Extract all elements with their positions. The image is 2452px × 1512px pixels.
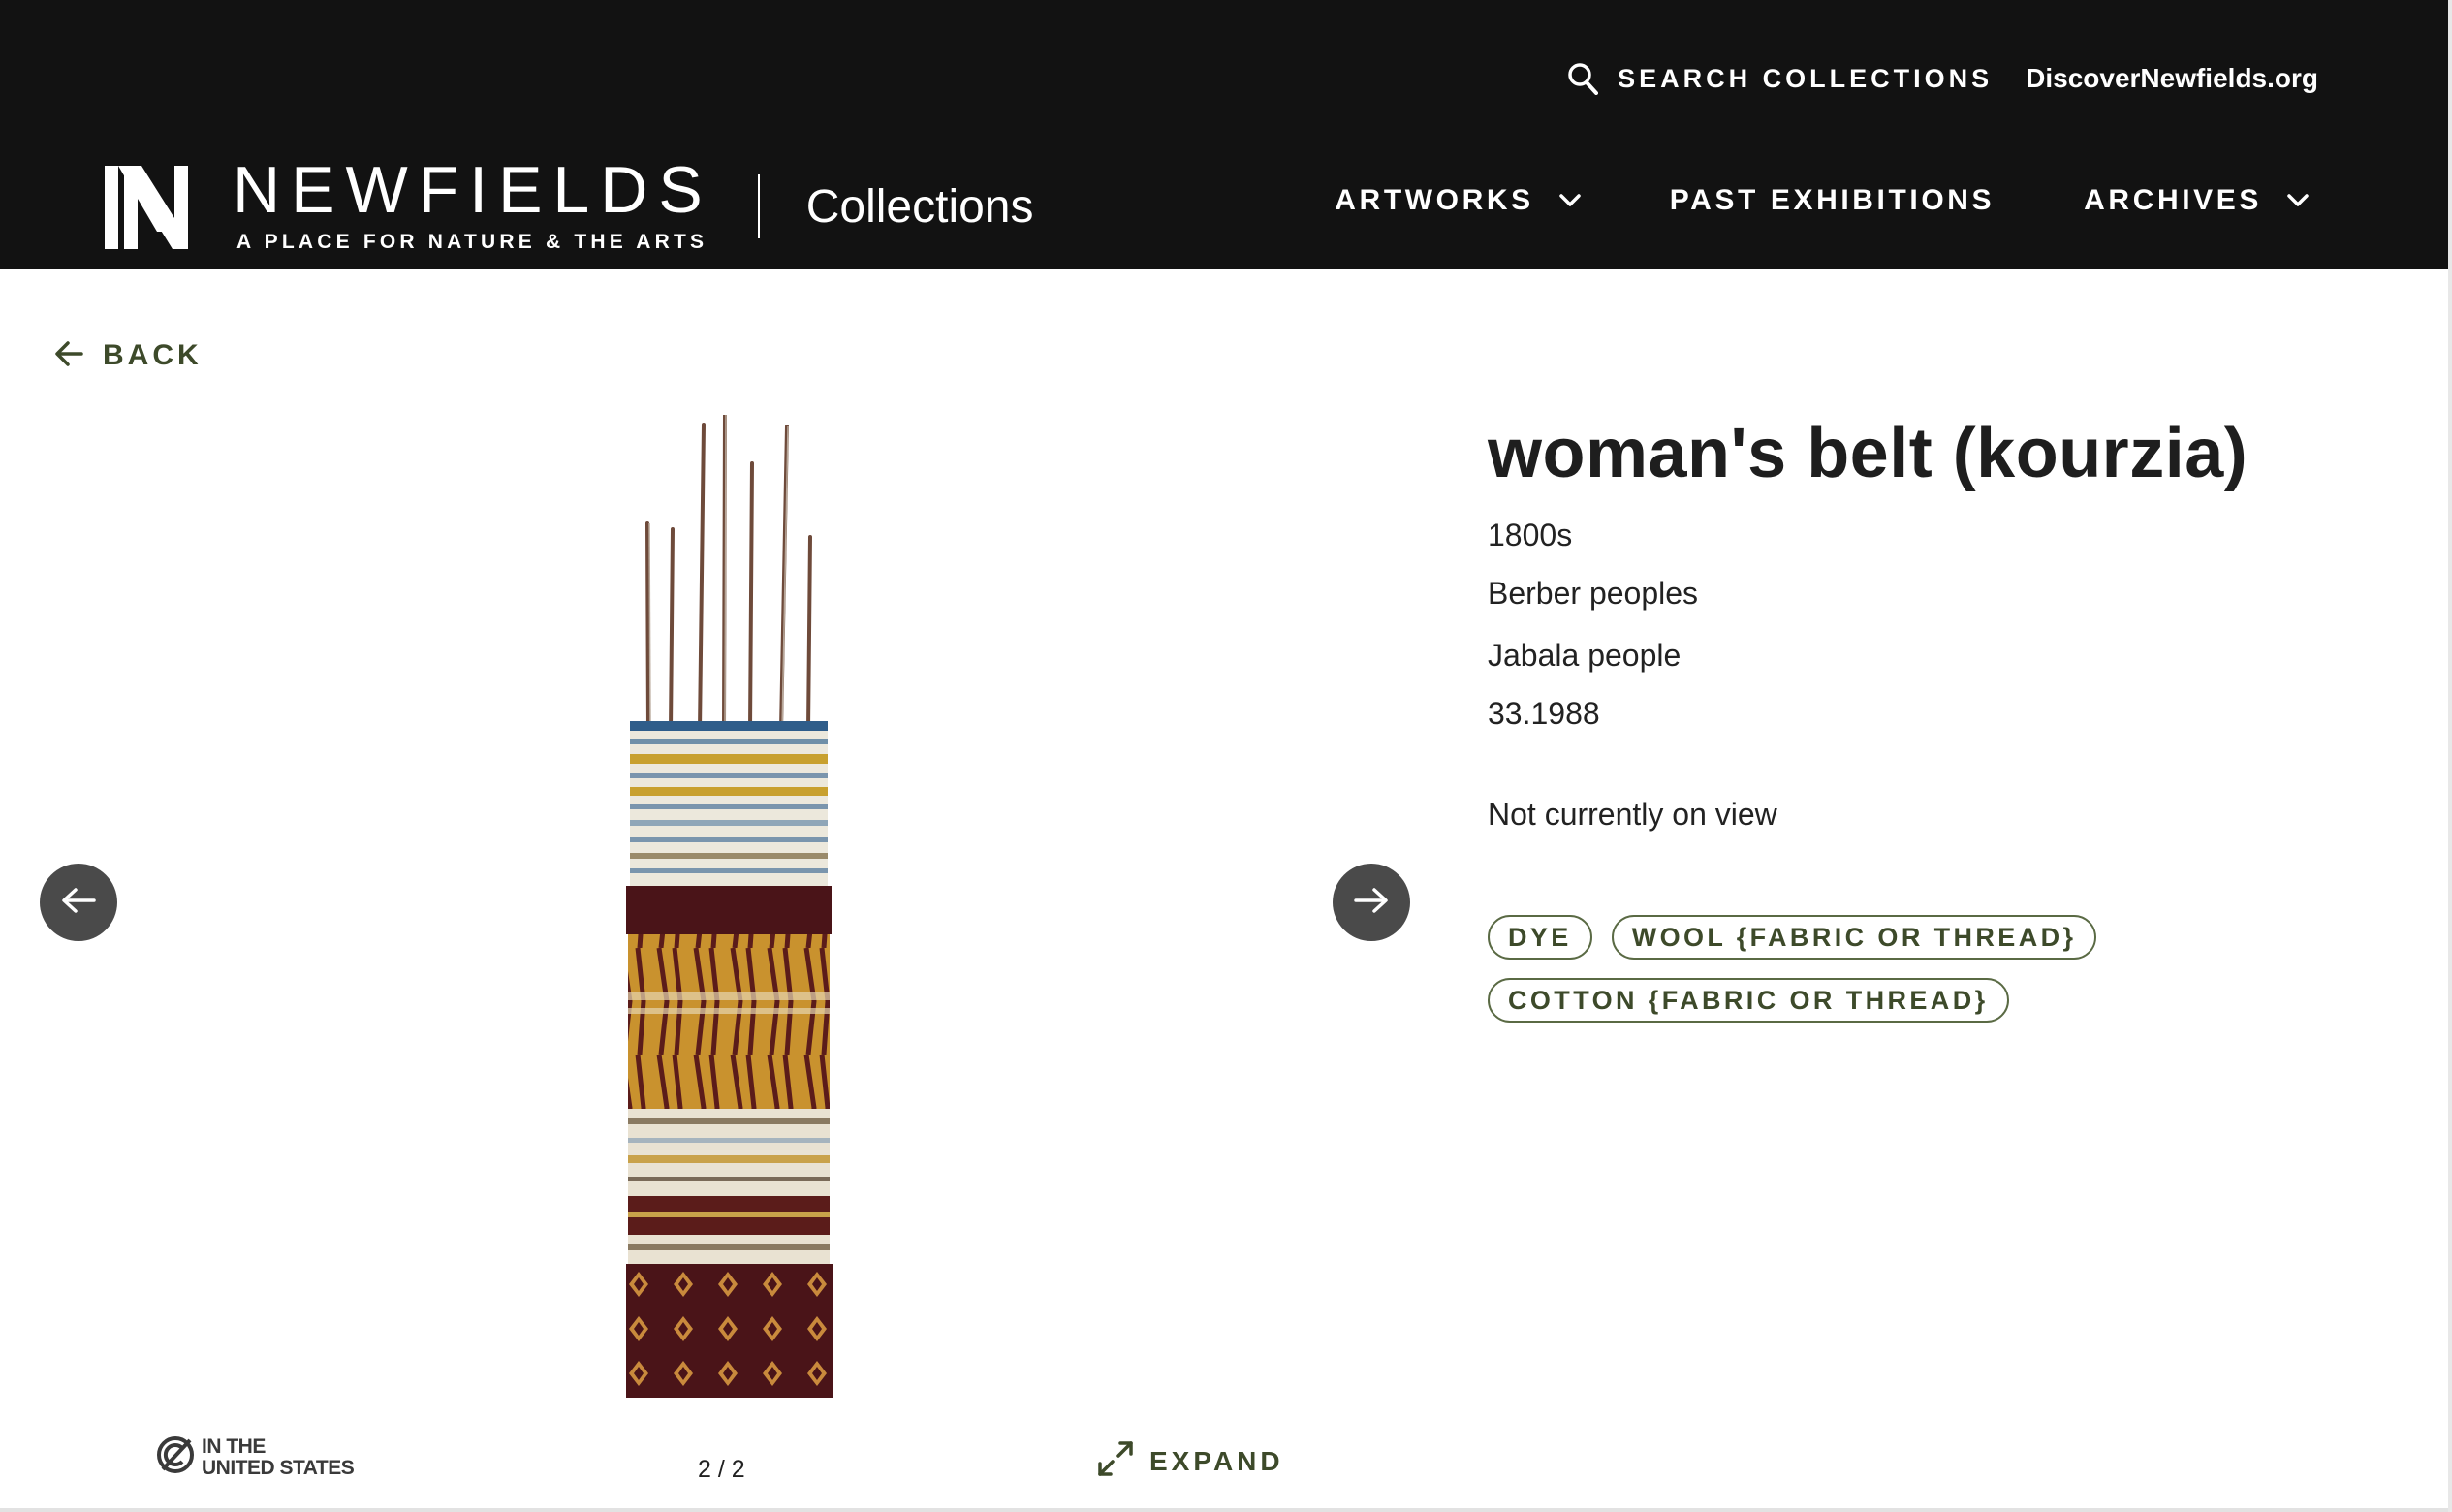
artwork-title: woman's belt (kourzia) [1488,415,2248,492]
tag-row: COTTON {FABRIC OR THREAD} [1488,978,2360,1023]
brand-divider [757,174,760,238]
nav-past-exhibitions-label: PAST EXHIBITIONS [1669,184,1996,216]
chevron-down-icon [1559,194,1581,207]
wordmark: NEWFIELDS A PLACE FOR NATURE & THE ARTS [233,153,713,254]
nav-artworks-label: ARTWORKS [1335,184,1534,216]
accession-number: 33.1988 [1488,696,1600,731]
artwork-culture: Berber peoples [1488,576,1699,611]
expand-icon [1097,1440,1134,1482]
previous-image-button[interactable] [40,864,117,941]
brand-tagline: A PLACE FOR NATURE & THE ARTS [236,231,708,253]
view-status: Not currently on view [1488,797,1777,832]
material-tags: DYE WOOL {FABRIC OR THREAD} COTTON {FABR… [1488,915,2360,1041]
artwork-detail-page: SEARCH COLLECTIONS DiscoverNewfields.org… [0,0,2452,1512]
bottom-divider [0,1508,2448,1512]
image-counter: 2 / 2 [698,1456,745,1483]
search-collections-label: SEARCH COLLECTIONS [1618,63,1994,93]
artwork-image[interactable] [616,415,839,1398]
scrollbar-track[interactable] [2448,0,2452,1512]
artwork-details: woman's belt (kourzia) 1800s Berber peop… [1488,415,2360,1023]
rights-statement[interactable]: IN THE UNITED STATES [155,1434,355,1480]
main-nav: ARTWORKS PAST EXHIBITIONS ARCHIVES [1335,184,2309,217]
site-header: SEARCH COLLECTIONS DiscoverNewfields.org… [0,0,2448,269]
arrow-left-icon [60,886,97,920]
nav-past-exhibitions[interactable]: PAST EXHIBITIONS [1670,184,1995,217]
nav-artworks[interactable]: ARTWORKS [1335,184,1581,217]
nav-archives[interactable]: ARCHIVES [2084,184,2309,217]
tag-wool[interactable]: WOOL {FABRIC OR THREAD} [1611,915,2097,960]
search-collections-link[interactable]: SEARCH COLLECTIONS [1567,62,1993,95]
rights-label: IN THE UNITED STATES [202,1434,355,1479]
nav-archives-label: ARCHIVES [2084,184,2262,216]
rights-icon [155,1434,196,1480]
arrow-right-icon [1353,886,1390,920]
tag-dye[interactable]: DYE [1488,915,1592,960]
artwork-date: 1800s [1488,518,1573,552]
next-image-button[interactable] [1333,864,1410,941]
newfields-logo [105,166,188,249]
back-link[interactable]: BACK [54,339,203,372]
utility-bar: SEARCH COLLECTIONS DiscoverNewfields.org [1567,62,2318,95]
artwork-people: Jabala people [1488,638,1682,673]
arrow-left-icon [54,340,83,372]
tag-cotton[interactable]: COTTON {FABRIC OR THREAD} [1488,978,2009,1023]
back-label: BACK [103,339,203,371]
brand[interactable]: NEWFIELDS A PLACE FOR NATURE & THE ARTS … [105,153,1034,254]
tag-row: DYE WOOL {FABRIC OR THREAD} [1488,915,2360,960]
expand-button[interactable]: EXPAND [1097,1440,1284,1482]
discover-newfields-link[interactable]: DiscoverNewfields.org [2026,63,2318,94]
expand-label: EXPAND [1149,1445,1284,1476]
brand-name: NEWFIELDS [233,153,713,227]
site-title[interactable]: Collections [806,180,1034,234]
chevron-down-icon [2287,194,2309,207]
search-icon [1567,62,1599,95]
